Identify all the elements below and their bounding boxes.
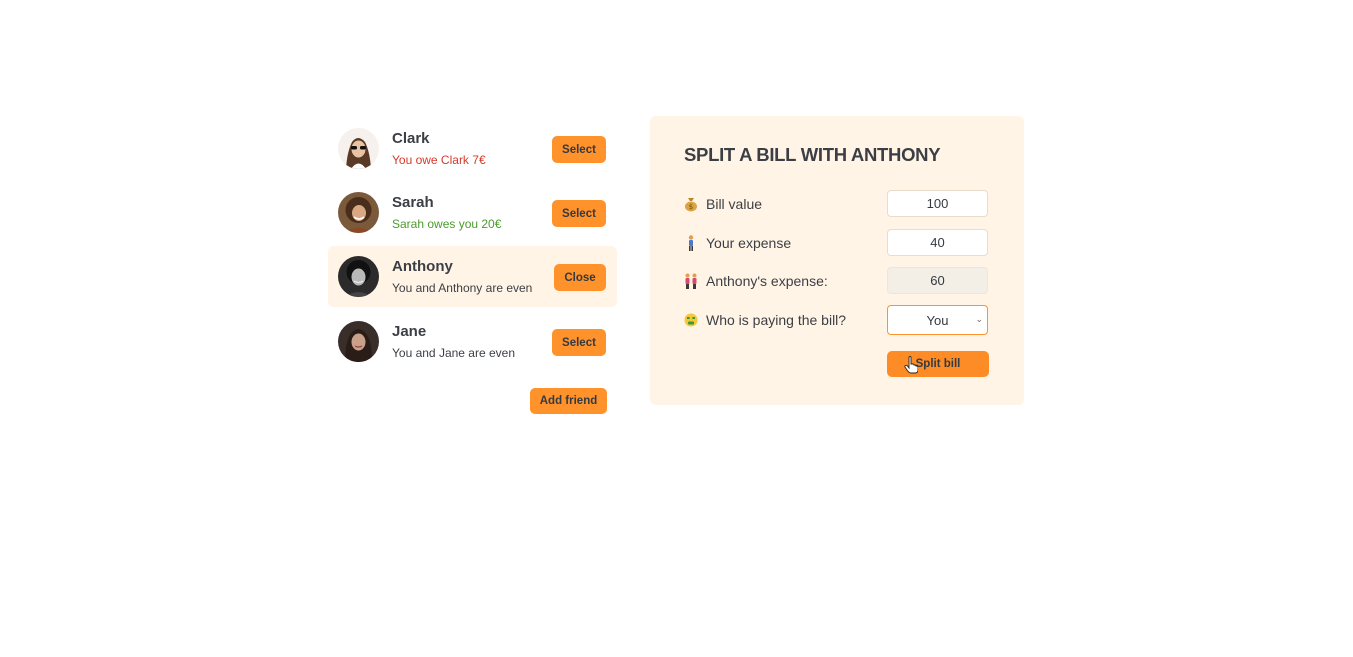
split-bill-form: SPLIT A BILL WITH ANTHONY $ Bill value 1… [650,116,1024,405]
avatar [338,128,379,169]
friend-item-sarah: Sarah Sarah owes you 20€ Select [328,182,617,243]
friend-name: Anthony [392,258,453,275]
select-friend-button[interactable]: Select [552,200,606,227]
friend-item-jane: Jane You and Jane are even Select [328,311,617,372]
bill-value-label-text: Bill value [706,196,763,212]
friend-balance-status: You owe Clark 7€ [392,153,486,167]
friend-balance-status: You and Anthony are even [392,281,533,295]
avatar [338,256,379,297]
select-friend-button[interactable]: Select [552,329,606,356]
payer-label-text: Who is paying the bill? [706,312,847,328]
person-standing-icon [684,235,698,251]
friend-item-anthony: Anthony You and Anthony are even Close [328,246,617,307]
your-expense-label: Your expense [684,233,791,253]
bill-value-label: $ Bill value [684,194,762,214]
close-friend-button[interactable]: Close [554,264,606,291]
money-mouth-face-icon [684,312,698,328]
svg-text:$: $ [689,203,693,211]
friend-balance-status: You and Jane are even [392,346,515,360]
bill-value-input[interactable] [887,190,988,217]
your-expense-input[interactable] [887,229,988,256]
two-people-icon [684,273,698,289]
app: Clark You owe Clark 7€ Select Sarah Sara… [328,116,1028,416]
payer-select-value: You [926,312,949,328]
friend-expense-label-text: Anthony's expense: [706,273,828,289]
payer-select[interactable]: You ⌄ [887,305,988,335]
hand-pointer-cursor-icon [904,356,918,374]
friend-expense-label: Anthony's expense: [684,271,828,291]
friend-item-clark: Clark You owe Clark 7€ Select [328,118,617,179]
friend-name: Clark [392,130,430,147]
avatar [338,192,379,233]
form-title: SPLIT A BILL WITH ANTHONY [684,144,941,165]
friend-name: Jane [392,323,427,340]
add-friend-button[interactable]: Add friend [530,388,607,414]
chevron-down-icon: ⌄ [975,314,983,324]
select-friend-button[interactable]: Select [552,136,606,163]
payer-label: Who is paying the bill? [684,310,846,330]
split-bill-button[interactable]: Split bill [887,351,989,377]
money-bag-icon: $ [684,196,698,212]
friend-name: Sarah [392,194,434,211]
friend-balance-status: Sarah owes you 20€ [392,217,502,231]
avatar [338,321,379,362]
your-expense-label-text: Your expense [706,235,792,251]
friend-expense-input [887,267,988,294]
